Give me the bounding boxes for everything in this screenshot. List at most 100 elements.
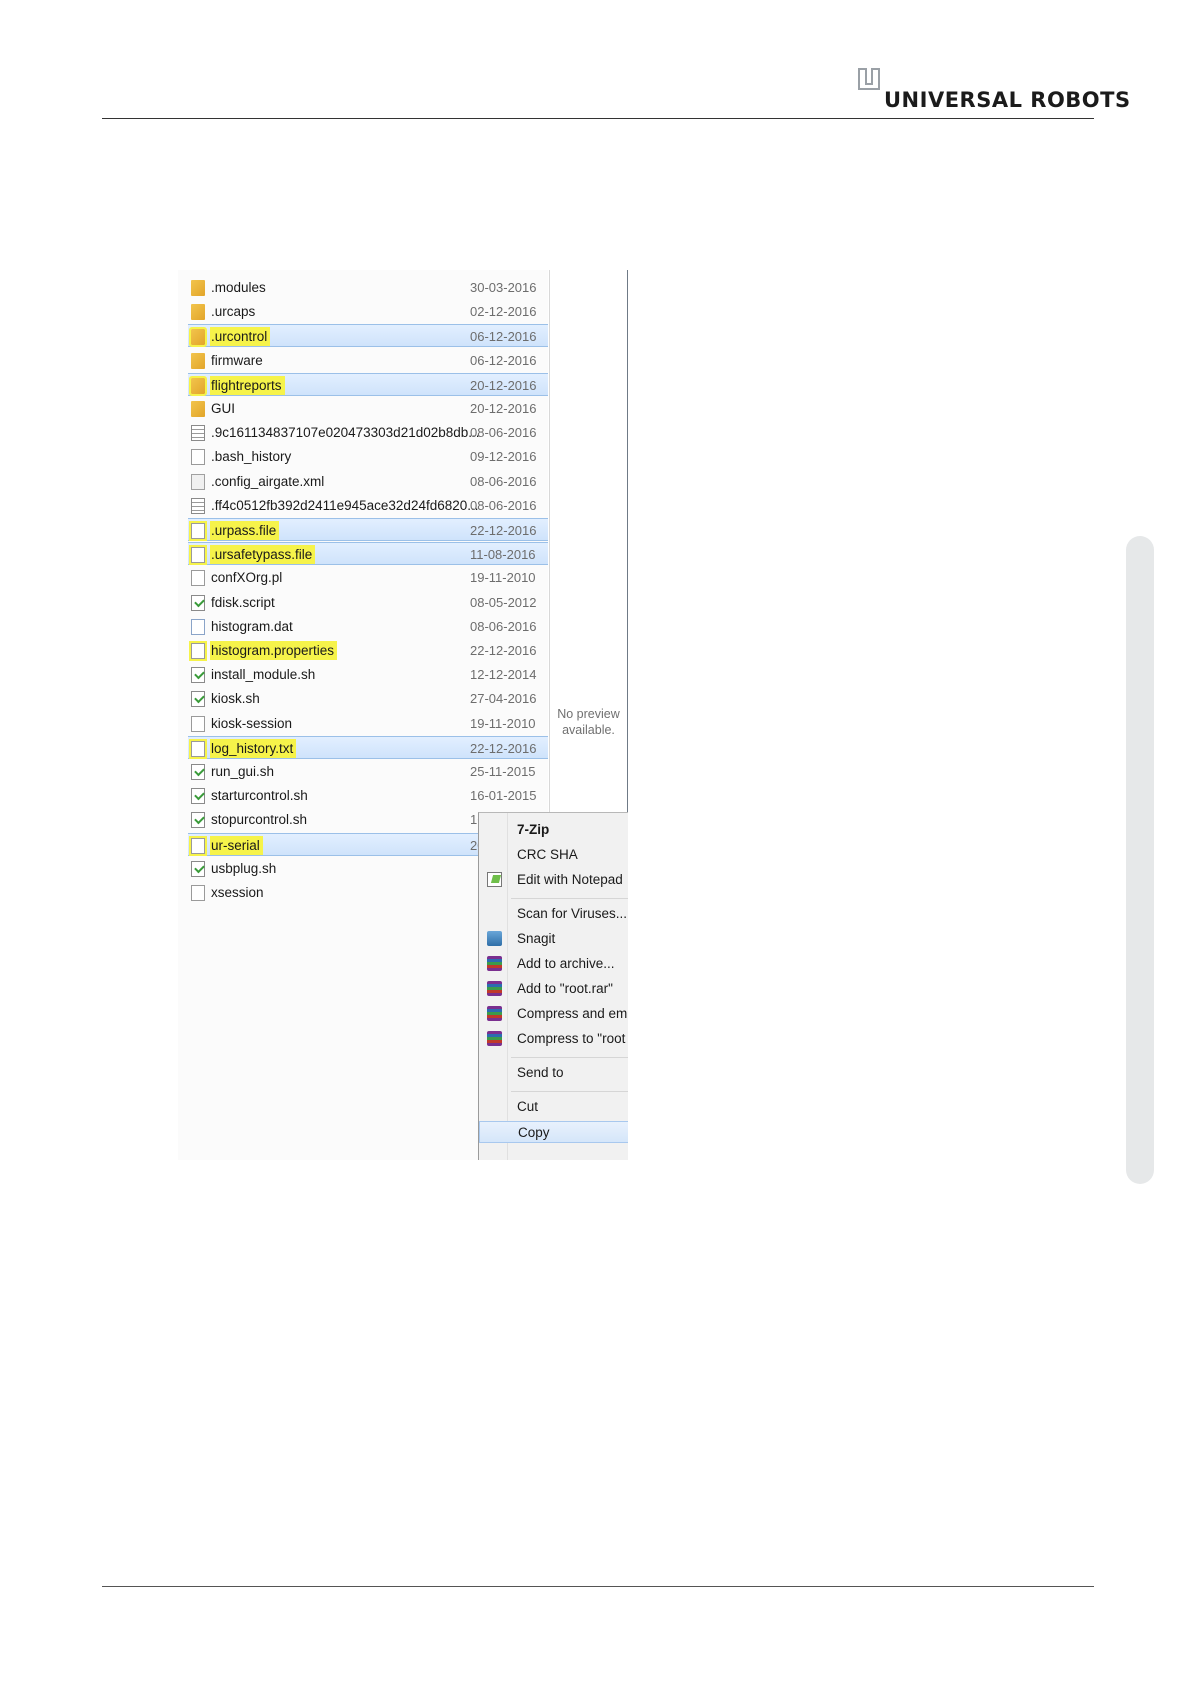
file-row[interactable]: kiosk.sh 27-04-2016 [188,687,548,710]
menu-separator [511,1091,628,1092]
file-name: flightreports [210,375,285,395]
menu-item[interactable]: Copy [479,1121,628,1143]
file-row[interactable]: .urcontrol 06-12-2016 [188,324,548,348]
data-file-icon [191,618,205,635]
preview-pane: No preview available. [549,270,628,830]
script-file-icon [191,764,205,780]
menu-item[interactable]: Send to [479,1062,628,1084]
menu-item[interactable]: 7-Zip [479,819,628,841]
winrar-icon [487,981,502,996]
file-icon [189,641,207,661]
menu-item[interactable]: Compress and em [479,1003,628,1025]
menu-item[interactable]: Add to "root.rar" [479,978,628,1000]
menu-item[interactable]: Edit with Notepad [479,869,628,891]
file-name: usbplug.sh [211,860,277,876]
file-row[interactable]: install_module.sh 12-12-2014 [188,663,548,686]
universal-robots-logo: UNIVERSAL ROBOTS [858,66,1130,116]
script-file-icon [191,594,205,611]
file-row[interactable]: .urpass.file 22-12-2016 [188,518,548,541]
folder-icon [191,352,205,369]
file-date: 09-12-2016 [470,449,537,465]
file-date: 02-12-2016 [470,304,537,320]
file-row[interactable]: .bash_history 09-12-2016 [188,445,548,468]
xml-file-icon [191,473,205,490]
file-row[interactable]: .urcaps 02-12-2016 [188,300,548,323]
file-name: ur-serial [210,835,263,855]
file-date: 22-12-2016 [470,523,537,538]
file-row[interactable]: .9c161134837107e020473303d21d02b8db... 08… [188,421,548,444]
file-icon [189,835,207,856]
folder-icon [189,327,207,348]
menu-item[interactable]: Add to archive... [479,953,628,975]
folder-icon [189,375,207,396]
context-menu: 7-Zip CRC SHA Edit with Notepad Scan for Vi… [478,812,628,1160]
file-row[interactable]: .modules 30-03-2016 [188,276,548,299]
script-file-icon [191,788,205,805]
file-name: histogram.properties [210,641,338,660]
script-file-icon [191,667,205,684]
file-name: kiosk.sh [211,691,260,707]
file-date: 20-12-2016 [470,401,537,416]
file-name: starturcontrol.sh [211,788,308,804]
file-row[interactable]: run_gui.sh 25-11-2015 [188,760,548,783]
file-name: .ursafetypass.file [210,545,316,565]
menu-item-label: Snagit [517,931,556,946]
file-row[interactable]: fdisk.script 08-05-2012 [188,591,548,614]
file-icon [191,570,205,587]
snagit-icon [487,931,502,946]
menu-item-label: Cut [517,1099,539,1114]
menu-item-label: CRC SHA [517,847,578,862]
folder-icon [191,304,205,321]
menu-item[interactable]: Scan for Viruses... [479,903,628,925]
file-date: 16-01-2015 [470,788,537,804]
file-row[interactable]: .ursafetypass.file 11-08-2016 [188,542,548,566]
footer-rule [102,1586,1094,1587]
file-row[interactable]: .config_airgate.xml 08-06-2016 [188,470,548,493]
file-name: histogram.dat [211,618,293,634]
file-name: firmware [211,352,263,368]
file-date: 06-12-2016 [470,352,537,368]
file-date: 08-06-2016 [470,497,537,513]
menu-item-label: Add to "root.rar" [517,981,613,996]
file-row[interactable]: firmware 06-12-2016 [188,349,548,372]
menu-item[interactable]: Snagit [479,928,628,950]
ur-logo-mark-icon [858,68,880,90]
file-row[interactable]: histogram.properties 22-12-2016 [188,639,548,662]
folder-icon [191,401,205,417]
file-row[interactable]: histogram.dat 08-06-2016 [188,615,548,638]
menu-item-label: Compress to "root [517,1031,626,1046]
file-row[interactable]: log_history.txt 22-12-2016 [188,735,548,759]
file-row[interactable]: confXOrg.pl 19-11-2010 [188,566,548,589]
menu-item-label: Send to [517,1065,564,1080]
file-name: log_history.txt [210,738,297,758]
file-name: .modules [211,280,266,295]
header-rule [102,118,1094,119]
preview-line-2: available. [562,723,615,737]
script-file-icon [191,812,205,829]
file-date: 30-03-2016 [470,280,537,295]
menu-item-label: Edit with Notepad [517,872,623,887]
menu-item[interactable]: CRC SHA [479,844,628,866]
file-row[interactable]: kiosk-session 19-11-2010 [188,712,548,735]
file-name: .9c161134837107e020473303d21d02b8db... [211,425,480,441]
file-date: 22-12-2016 [470,643,537,658]
menu-item-label: Copy [518,1125,550,1140]
file-name: GUI [211,401,236,416]
file-row[interactable]: GUI 20-12-2016 [188,397,548,420]
file-name: .urcontrol [210,327,271,347]
file-date: 08-06-2016 [470,618,537,634]
menu-item[interactable]: Compress to "root [479,1028,628,1050]
file-row[interactable]: .ff4c0512fb392d2411e945ace32d24fd6820...… [188,494,548,517]
menu-item[interactable]: Cut [479,1096,628,1118]
file-icon [191,715,205,732]
license-file-icon [191,425,205,442]
file-date: 20-12-2016 [470,377,537,393]
script-file-icon [191,691,205,708]
file-name: .bash_history [211,449,292,465]
file-name: .urpass.file [210,521,280,540]
file-date: 06-12-2016 [470,329,537,345]
file-date: 25-11-2015 [470,764,536,779]
file-row[interactable]: starturcontrol.sh 16-01-2015 [188,784,548,807]
license-file-icon [191,497,205,514]
file-row[interactable]: flightreports 20-12-2016 [188,372,548,396]
